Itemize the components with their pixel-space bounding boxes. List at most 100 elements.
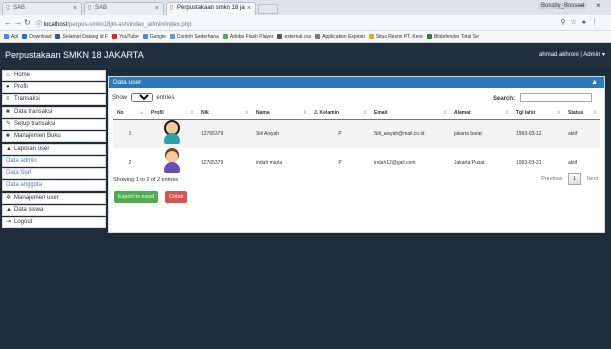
home-icon: ⌂ xyxy=(6,72,10,78)
sidebar-item-laporan-user[interactable]: ▲ Laporan user xyxy=(2,144,106,155)
next-button[interactable]: Next xyxy=(587,176,598,182)
table-row[interactable]: 1 12765379 Siti Aisyah P Siti_aisyah@mail.co… xyxy=(113,119,600,148)
bookmark-icon xyxy=(22,34,28,39)
bookmark-label: Adobe Flash Player xyxy=(229,34,274,40)
minimize-icon[interactable]: – xyxy=(580,1,584,10)
forward-icon[interactable]: → xyxy=(14,18,22,27)
browser-tab-3[interactable]: ▯ Perpustakaan smkn 18 ja × xyxy=(166,2,256,15)
pagination: Previous 1 Next xyxy=(541,173,598,185)
sidebar-item-data-admin[interactable]: Data admin xyxy=(2,156,106,167)
close-icon[interactable]: × xyxy=(155,3,159,14)
sidebar-item-label: Data siswa xyxy=(14,207,44,213)
export-excel-button[interactable]: Export to excel xyxy=(114,191,159,203)
menu-icon[interactable]: ⋮ xyxy=(591,19,603,26)
bookmark-item[interactable]: Application Expirati xyxy=(315,31,365,42)
bookmark-item[interactable]: YouTube xyxy=(112,31,139,42)
bookmark-item[interactable]: Apl xyxy=(4,31,18,42)
bookmark-item[interactable]: Selamat Datang di F xyxy=(55,31,108,42)
reload-icon[interactable]: ↻ xyxy=(24,18,31,27)
bookmark-item[interactable]: Contoh Sederhana xyxy=(169,31,219,42)
table-row[interactable]: 2 12765379 indah maria Pindah12@gail.com Jak… xyxy=(113,148,600,177)
sidebar-item-data-transaksi[interactable]: ■ Data transaksi xyxy=(2,107,106,118)
bookmark-label: external.css xyxy=(284,34,312,40)
column-header[interactable]: Alamat ⇕ xyxy=(450,107,512,120)
profile-cell xyxy=(147,119,197,148)
column-header[interactable]: J. Kelamin ⇕ xyxy=(310,107,370,120)
bookmark-item[interactable]: external.css xyxy=(277,31,312,42)
browser-tab-2[interactable]: ▯ SAB × xyxy=(84,2,164,15)
column-header[interactable]: Nama ⇕ xyxy=(252,107,310,120)
bookmark-item[interactable]: Adobe Flash Player xyxy=(222,31,274,42)
sidebar-item-manajemen-user[interactable]: ✲ Manajemen user xyxy=(2,193,106,204)
list-icon: ≡ xyxy=(6,96,10,102)
sort-icon: ⇕ xyxy=(592,110,597,116)
bookmark-label: Google xyxy=(149,34,166,40)
browser-tab-1[interactable]: ▯ SAB × xyxy=(2,2,82,15)
url-field[interactable]: ⓘ localhost/perpus-smkn18jkt-ash/index_a… xyxy=(36,19,191,28)
previous-button[interactable]: Previous xyxy=(541,176,562,182)
sidebar-item-data-staf[interactable]: Data Staf xyxy=(2,168,106,179)
column-header-label: Nik xyxy=(201,109,209,116)
column-header[interactable]: Email ⇕ xyxy=(370,107,450,120)
column-header-label: Status xyxy=(568,109,584,116)
sort-icon: ⇕ xyxy=(362,110,367,116)
close-icon[interactable]: × xyxy=(73,3,77,14)
column-header[interactable]: No ▲ xyxy=(113,107,147,120)
chevron-down-icon: ▾ xyxy=(601,52,605,58)
show-label: Show xyxy=(112,95,128,101)
bookmark-item[interactable]: Download xyxy=(22,31,51,42)
sidebar-item-logout[interactable]: ⇥ Logout xyxy=(2,217,106,228)
sidebar-item-transaksi[interactable]: ≡ Transaksi xyxy=(2,94,106,105)
address-bar-icons: ⚲☆●⋮ xyxy=(560,18,603,26)
bookmark-item[interactable]: Google xyxy=(142,31,166,42)
star-icon[interactable]: ☆ xyxy=(570,19,581,26)
app-title[interactable]: Perpustakaan SMKN 18 JAKARTA xyxy=(5,50,144,60)
print-button[interactable]: Cetak xyxy=(165,191,188,203)
avatar-body xyxy=(164,161,180,173)
bookmark-icon xyxy=(55,34,61,39)
bookmark-icon xyxy=(277,34,283,39)
sort-icon: ⇕ xyxy=(442,110,447,116)
column-header[interactable]: Tgl lahir ⇕ xyxy=(512,107,564,120)
bookmark-icon xyxy=(112,34,118,39)
new-tab-button[interactable] xyxy=(258,4,278,14)
extension-icon[interactable]: ● xyxy=(582,19,591,26)
bookmark-icon xyxy=(368,34,374,39)
bookmarks-bar: Apl Download Selamat Datang di F YouTube Goo… xyxy=(0,31,611,43)
sidebar-item-manajemen-buku[interactable]: ■ Manajemen Buku xyxy=(2,131,106,142)
sidebar-item-home[interactable]: ⌂ Home xyxy=(2,70,106,81)
column-header-label: Profil xyxy=(151,109,164,116)
sidebar-item-label: Data Staf xyxy=(6,170,32,176)
bookmark-item[interactable]: Situs Resmi PT. Kere xyxy=(368,31,423,42)
close-window-icon[interactable]: × xyxy=(596,1,601,10)
entries-select[interactable]: 10 xyxy=(130,93,153,102)
sidebar-item-data-anggota[interactable]: Data anggota xyxy=(2,180,106,191)
user-menu[interactable]: ahmad akhroni | Admin ▾ xyxy=(539,51,605,58)
bookmark-icon xyxy=(315,34,321,39)
sidebar-item-label: Data admin xyxy=(6,158,37,164)
cell-email: indah12@gail.com xyxy=(374,159,416,166)
sidebar-item-label: Laporan user xyxy=(14,146,50,152)
bookmark-label: Bitdefender Total Se xyxy=(433,34,479,40)
zoom-icon[interactable]: ⚲ xyxy=(560,19,570,26)
page-1-button[interactable]: 1 xyxy=(568,173,582,185)
browser-tab-label: SAB xyxy=(13,5,26,11)
column-header[interactable]: Status ⇕ xyxy=(564,107,600,120)
cell-jk: P xyxy=(310,119,370,148)
bookmark-item[interactable]: Bitdefender Total Se xyxy=(426,31,479,42)
sidebar-item-label: Setup transaksi xyxy=(14,121,56,127)
sidebar-item-profil[interactable]: ● Profil xyxy=(2,82,106,93)
close-icon[interactable]: × xyxy=(247,3,251,14)
sidebar-item-label: Profil xyxy=(14,84,28,90)
sidebar-item-setup-transaksi[interactable]: ✎ Setup transaksi xyxy=(2,119,106,130)
logout-icon: ⇥ xyxy=(6,219,12,225)
cell-nik: 12765379 xyxy=(197,119,252,148)
back-icon[interactable]: ← xyxy=(4,18,12,27)
sidebar-item-data-siswa[interactable]: ▲ Data siswa xyxy=(2,205,106,216)
column-header[interactable]: Profil ⇕ xyxy=(147,107,197,120)
browser-tab-bar: ▯ SAB × ▯ SAB × ▯ Perpustakaan smkn 18 j… xyxy=(0,0,611,15)
search: Search: xyxy=(493,93,592,102)
search-input[interactable] xyxy=(519,93,592,102)
column-header[interactable]: Nik ⇕ xyxy=(197,107,252,120)
collapse-icon[interactable]: ▲ xyxy=(591,77,598,88)
